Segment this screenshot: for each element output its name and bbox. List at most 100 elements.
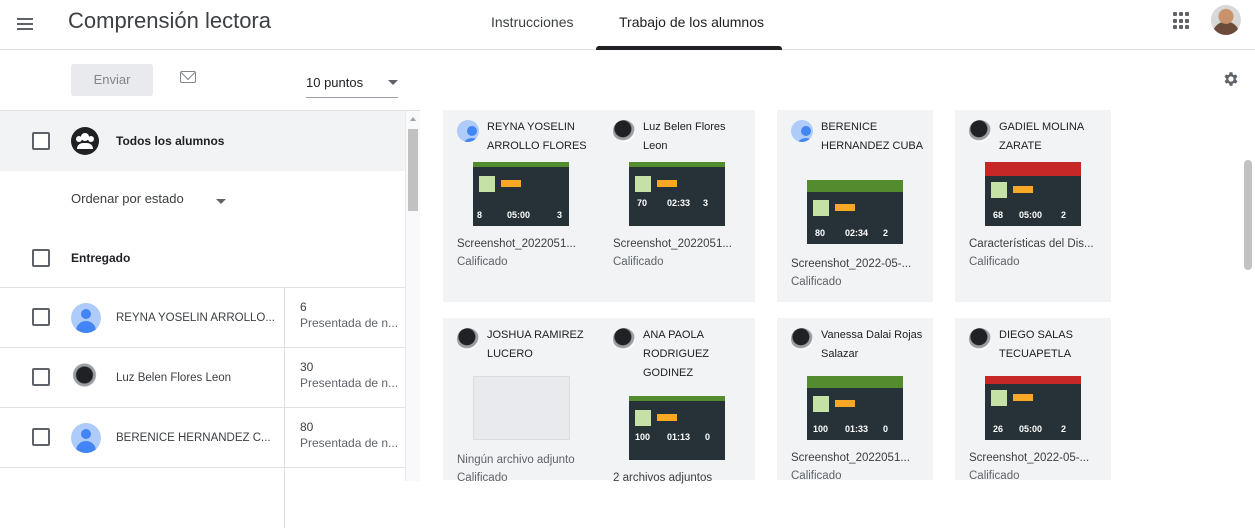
avatar xyxy=(71,363,101,393)
grade-status: Calificado xyxy=(791,470,842,482)
user-icon xyxy=(813,396,829,412)
thumbnail-value: 05:00 xyxy=(1019,210,1043,220)
user-avatar[interactable] xyxy=(1211,5,1241,35)
attachment-thumbnail[interactable]: 26 05:00 2 xyxy=(985,376,1081,440)
submission-card[interactable]: Vanessa Dalai Rojas Salazar 100 01:33 0 … xyxy=(777,318,933,482)
student-name: BERENICE HERNANDEZ CUBA xyxy=(821,121,924,152)
gear-icon[interactable] xyxy=(1222,70,1240,88)
student-name: BERENICE HERNANDEZ C... xyxy=(116,432,271,444)
scrollbar-thumb[interactable] xyxy=(1244,160,1252,270)
table-row[interactable]: Luz Belen Flores Leon 30 Presentada de n… xyxy=(0,347,405,408)
empty-thumbnail xyxy=(473,376,570,440)
student-name: JOSHUA RAMIREZ LUCERO xyxy=(487,329,584,360)
attachment-thumbnail[interactable]: 8 05:00 3 xyxy=(473,162,569,226)
submission-card[interactable]: JOSHUA RAMIREZ LUCERO Ningún archivo adj… xyxy=(443,318,599,484)
grade-status: Calificado xyxy=(613,256,664,268)
all-students-label: Todos los alumnos xyxy=(116,134,225,148)
active-tab-indicator xyxy=(596,46,782,50)
grade-status: Calificado xyxy=(457,256,508,268)
student-name: Luz Belen Flores Leon xyxy=(643,121,726,152)
thumbnail-header xyxy=(985,376,1081,384)
attachment-thumbnail[interactable]: 80 02:34 2 xyxy=(807,180,903,244)
grade-cell[interactable] xyxy=(284,468,405,528)
thumbnail-button xyxy=(501,180,521,187)
thumbnail-value: 8 xyxy=(477,210,483,220)
all-students-checkbox[interactable] xyxy=(32,132,50,150)
tab-instrucciones[interactable]: Instrucciones xyxy=(491,14,573,30)
row-checkbox[interactable] xyxy=(32,428,50,446)
scrollbar-thumb[interactable] xyxy=(408,129,418,211)
thumbnail-value: 68 xyxy=(993,210,1004,220)
attachment-name[interactable]: Características del Dis... xyxy=(969,238,1094,250)
thumbnail-header xyxy=(985,162,1081,176)
thumbnail-value: 05:00 xyxy=(507,210,531,220)
avatar xyxy=(791,120,813,142)
apps-icon[interactable] xyxy=(1173,12,1191,30)
grade-cell[interactable]: 30 Presentada de n... xyxy=(284,348,405,408)
scroll-up-icon[interactable] xyxy=(410,117,416,121)
attachment-thumbnail[interactable]: 100 01:33 0 xyxy=(807,376,903,440)
sort-dropdown[interactable]: Ordenar por estado xyxy=(71,191,226,206)
send-button[interactable]: Enviar xyxy=(71,64,153,96)
points-value: 10 puntos xyxy=(306,75,364,90)
menu-icon[interactable] xyxy=(10,9,40,39)
table-row[interactable] xyxy=(0,467,405,528)
scrollbar[interactable] xyxy=(1240,110,1255,480)
grade-status: Calificado xyxy=(969,470,1020,482)
tab-trabajo-alumnos[interactable]: Trabajo de los alumnos xyxy=(619,14,764,30)
thumbnail-value: 01:13 xyxy=(667,432,691,442)
sort-label: Ordenar por estado xyxy=(71,191,184,206)
user-icon xyxy=(813,200,829,216)
user-icon xyxy=(991,182,1007,198)
row-checkbox[interactable] xyxy=(32,368,50,386)
thumbnail-button xyxy=(835,400,855,407)
student-name: DIEGO SALAS TECUAPETLA xyxy=(999,329,1073,360)
thumbnail-value: 3 xyxy=(557,210,563,220)
all-students-row[interactable]: Todos los alumnos xyxy=(0,111,405,171)
thumbnail-value: 100 xyxy=(635,432,651,442)
submission-card[interactable]: GADIEL MOLINA ZARATE 68 05:00 2 Caracter… xyxy=(955,110,1111,302)
submission-card[interactable]: ANA PAOLA RODRIGUEZ GODINEZ 100 01:13 0 … xyxy=(599,318,755,484)
submission-status: Presentada de n... xyxy=(300,436,399,450)
thumbnail-button xyxy=(657,180,677,187)
thumbnail-value: 02:33 xyxy=(667,198,691,208)
attachment-name[interactable]: Screenshot_2022-05-... xyxy=(969,452,1089,464)
attachment-name[interactable]: Screenshot_2022051... xyxy=(457,238,576,250)
avatar xyxy=(71,423,101,453)
chevron-down-icon xyxy=(388,80,398,85)
grade-cell[interactable]: 6 Presentada de n... xyxy=(284,288,405,348)
grade-cell[interactable]: 80 Presentada de n... xyxy=(284,408,405,468)
thumbnail-header xyxy=(473,162,569,167)
points-select[interactable]: 10 puntos xyxy=(306,68,398,98)
attachment-thumbnail[interactable]: 68 05:00 2 xyxy=(985,162,1081,226)
attachment-name[interactable]: Screenshot_2022-05-... xyxy=(791,258,911,270)
chevron-down-icon xyxy=(216,199,226,204)
table-row[interactable]: REYNA YOSELIN ARROLLO... 6 Presentada de… xyxy=(0,287,405,348)
thumbnail-value: 26 xyxy=(993,424,1004,434)
grade-value: 6 xyxy=(300,300,307,314)
thumbnail-button xyxy=(1013,394,1033,401)
table-row[interactable]: BERENICE HERNANDEZ C... 80 Presentada de… xyxy=(0,407,405,468)
submission-status: Presentada de n... xyxy=(300,316,399,330)
attachment-name[interactable]: Screenshot_2022051... xyxy=(613,238,732,250)
row-checkbox[interactable] xyxy=(32,308,50,326)
scrollbar[interactable] xyxy=(405,111,420,481)
submission-card[interactable]: DIEGO SALAS TECUAPETLA 26 05:00 2 Screen… xyxy=(955,318,1111,482)
attachment-thumbnail[interactable]: 100 01:13 0 xyxy=(629,396,725,460)
thumbnail-value: 05:00 xyxy=(1019,424,1043,434)
avatar xyxy=(969,328,991,350)
submission-card[interactable]: BERENICE HERNANDEZ CUBA 80 02:34 2 Scree… xyxy=(777,110,933,302)
submission-card[interactable]: REYNA YOSELIN ARROLLO FLORES 8 05:00 3 S… xyxy=(443,110,599,302)
thumbnail-button xyxy=(1013,186,1033,193)
page-title: Comprensión lectora xyxy=(68,8,271,33)
section-checkbox[interactable] xyxy=(32,249,50,267)
thumbnail-header xyxy=(807,180,903,192)
attachment-thumbnail[interactable]: 70 02:33 3 xyxy=(629,162,725,226)
mail-icon[interactable] xyxy=(180,71,196,83)
user-icon xyxy=(635,410,651,426)
attachment-name[interactable]: 2 archivos adjuntos xyxy=(613,472,712,484)
avatar xyxy=(791,328,813,350)
attachment-name[interactable]: Screenshot_2022051... xyxy=(791,452,910,464)
submission-card[interactable]: Luz Belen Flores Leon 70 02:33 3 Screens… xyxy=(599,110,755,302)
student-name: REYNA YOSELIN ARROLLO... xyxy=(116,312,275,324)
